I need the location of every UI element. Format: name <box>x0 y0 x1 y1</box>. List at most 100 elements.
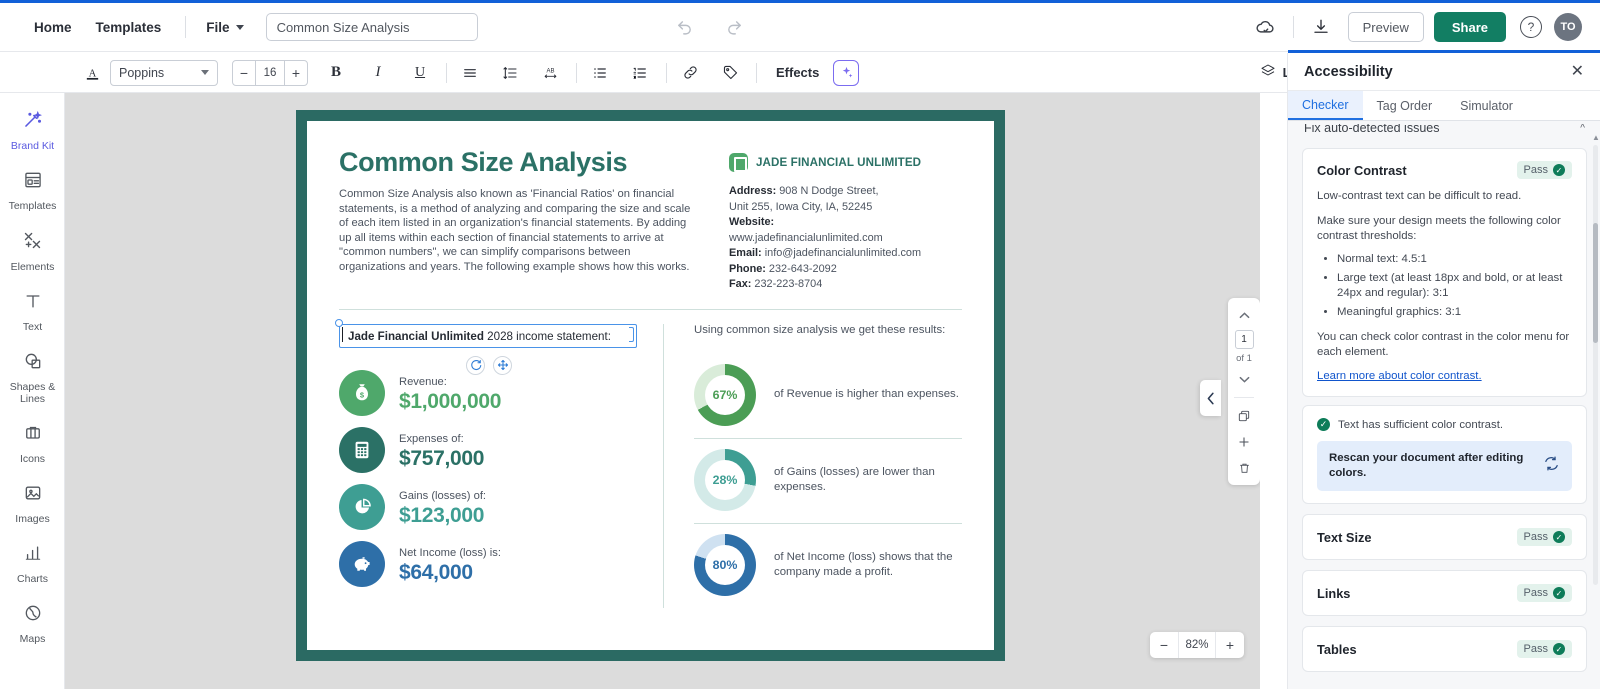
cloud-saved-icon[interactable] <box>1249 10 1283 44</box>
company-logo-icon <box>729 153 748 172</box>
results-intro[interactable]: Using common size analysis we get these … <box>694 324 962 336</box>
divider <box>1234 397 1254 398</box>
bold-button[interactable]: B <box>322 59 350 87</box>
charts-icon <box>23 543 43 568</box>
canvas-area[interactable]: Common Size Analysis Common Size Analysi… <box>65 93 1260 689</box>
preview-button[interactable]: Preview <box>1347 12 1424 42</box>
document-page-inner: Common Size Analysis Common Size Analysi… <box>307 121 994 650</box>
figure-row-expenses[interactable]: Expenses of: $757,000 <box>339 426 645 473</box>
text-color-icon[interactable]: A <box>78 59 106 87</box>
sidebar-item-templates[interactable]: Templates <box>0 170 65 212</box>
figure-row-net-income[interactable]: Net Income (loss) is: $64,000 <box>339 540 645 587</box>
zoom-level-value[interactable]: 82% <box>1178 632 1216 658</box>
bulleted-list-icon[interactable] <box>586 59 614 87</box>
undo-icon[interactable] <box>668 10 702 44</box>
tab-checker[interactable]: Checker <box>1288 91 1363 120</box>
avatar[interactable]: TO <box>1554 13 1582 41</box>
sidebar-item-brand-kit[interactable]: Brand Kit <box>0 109 65 152</box>
status-badge: Pass ✓ <box>1516 584 1572 602</box>
card-tables[interactable]: Tables Pass ✓ <box>1302 626 1587 672</box>
auto-issues-section-header[interactable]: Fix auto-detected issues ^ <box>1288 124 1600 138</box>
figure-row-gains[interactable]: Gains (losses) of: $123,000 <box>339 483 645 530</box>
figure-amount: $123,000 <box>399 503 485 527</box>
learn-more-link[interactable]: Learn more about color contrast. <box>1317 370 1482 382</box>
document-page[interactable]: Common Size Analysis Common Size Analysi… <box>296 110 1005 661</box>
next-page-icon[interactable] <box>1232 368 1256 390</box>
tab-tag-order[interactable]: Tag Order <box>1363 91 1447 120</box>
underline-button[interactable]: U <box>406 59 434 87</box>
result-row-net-income[interactable]: 80% of Net Income (loss) shows that the … <box>694 522 962 608</box>
selected-text-element[interactable]: Jade Financial Unlimited 2028 income sta… <box>335 318 637 348</box>
line-spacing-icon[interactable] <box>496 59 524 87</box>
file-menu[interactable]: File <box>198 14 251 41</box>
add-page-icon[interactable] <box>1232 431 1256 453</box>
figure-label: Revenue: <box>399 375 447 388</box>
check-icon: ✓ <box>1553 531 1565 543</box>
numbered-list-icon[interactable] <box>626 59 654 87</box>
font-size-decrease[interactable]: − <box>233 61 255 85</box>
scrollbar-track[interactable] <box>1593 145 1598 585</box>
sidebar-item-elements[interactable]: Elements <box>0 230 65 273</box>
sidebar-item-images[interactable]: Images <box>0 483 65 525</box>
effects-button[interactable]: Effects <box>766 65 829 80</box>
rotate-icon[interactable] <box>466 355 485 375</box>
redo-icon[interactable] <box>718 10 752 44</box>
sidebar-item-icons[interactable]: Icons <box>0 423 65 465</box>
tag-icon[interactable] <box>716 59 744 87</box>
selection-end-handle[interactable] <box>629 326 634 342</box>
rescan-banner[interactable]: Rescan your document after editing color… <box>1317 441 1572 491</box>
ai-sparkle-icon[interactable] <box>833 59 860 86</box>
card-text-size[interactable]: Text Size Pass ✓ <box>1302 514 1587 560</box>
document-intro-paragraph[interactable]: Common Size Analysis also known as 'Fina… <box>339 187 699 275</box>
sidebar-item-maps[interactable]: Maps <box>0 603 65 645</box>
result-row-gains[interactable]: 28% of Gains (losses) are lower than exp… <box>694 437 962 523</box>
donut-chart-gains: 28% <box>694 448 756 511</box>
nav-home[interactable]: Home <box>22 14 84 41</box>
tab-simulator[interactable]: Simulator <box>1446 91 1527 120</box>
fax-value: 232-223-8704 <box>751 278 823 290</box>
card-links[interactable]: Links Pass ✓ <box>1302 570 1587 616</box>
figure-row-revenue[interactable]: $ Revenue: $1,000,000 <box>339 369 645 416</box>
link-icon[interactable] <box>676 59 704 87</box>
scrollbar-thumb[interactable] <box>1593 223 1598 343</box>
website-label: Website: <box>729 216 775 228</box>
share-button[interactable]: Share <box>1433 12 1506 42</box>
duplicate-page-icon[interactable] <box>1232 405 1256 427</box>
zoom-out-button[interactable]: − <box>1150 632 1178 658</box>
zoom-in-button[interactable]: + <box>1216 632 1244 658</box>
font-size-value[interactable]: 16 <box>255 60 285 85</box>
delete-page-icon[interactable] <box>1232 457 1256 479</box>
company-name[interactable]: JADE FINANCIAL UNLIMITED <box>756 156 921 169</box>
result-row-revenue[interactable]: 67% of Revenue is higher than expenses. <box>694 354 962 438</box>
close-icon[interactable]: ✕ <box>1571 63 1584 80</box>
collapse-panel-button[interactable] <box>1200 380 1221 416</box>
sidebar-item-text[interactable]: Text <box>0 291 65 333</box>
contact-details[interactable]: Address: 908 N Dodge Street, Unit 255, I… <box>729 184 962 293</box>
page-number-input[interactable]: 1 <box>1234 330 1254 349</box>
move-icon[interactable] <box>493 355 512 375</box>
previous-page-icon[interactable] <box>1232 304 1256 326</box>
accessibility-panel-scroll[interactable]: Fix auto-detected issues ^ Color Contras… <box>1288 124 1600 689</box>
panel-scrollbar[interactable]: ▲ <box>1592 133 1600 603</box>
sidebar-item-charts[interactable]: Charts <box>0 543 65 585</box>
card-color-contrast[interactable]: Color Contrast Pass ✓ Low-contrast text … <box>1302 148 1587 397</box>
sidebar-item-shapes-lines[interactable]: Shapes & Lines <box>0 351 65 405</box>
rescan-refresh-icon[interactable] <box>1543 455 1560 477</box>
text-align-icon[interactable] <box>456 59 484 87</box>
page-title[interactable]: Common Size Analysis <box>339 149 699 176</box>
divider <box>339 308 962 310</box>
font-family-select[interactable]: Poppins <box>110 59 218 86</box>
document-title-input[interactable] <box>265 13 478 41</box>
status-label: Pass <box>1523 531 1548 543</box>
figure-text: Net Income (loss) is: $64,000 <box>399 543 501 585</box>
selection-handle[interactable] <box>335 318 343 327</box>
help-icon[interactable]: ? <box>1520 16 1542 38</box>
templates-icon <box>23 170 43 195</box>
letter-spacing-icon[interactable]: AB <box>536 59 564 87</box>
icons-icon <box>23 423 43 448</box>
scroll-up-icon[interactable]: ▲ <box>1592 133 1600 142</box>
italic-button[interactable]: I <box>364 59 392 87</box>
font-size-increase[interactable]: + <box>285 61 307 85</box>
download-icon[interactable] <box>1304 10 1338 44</box>
nav-templates[interactable]: Templates <box>84 14 174 41</box>
